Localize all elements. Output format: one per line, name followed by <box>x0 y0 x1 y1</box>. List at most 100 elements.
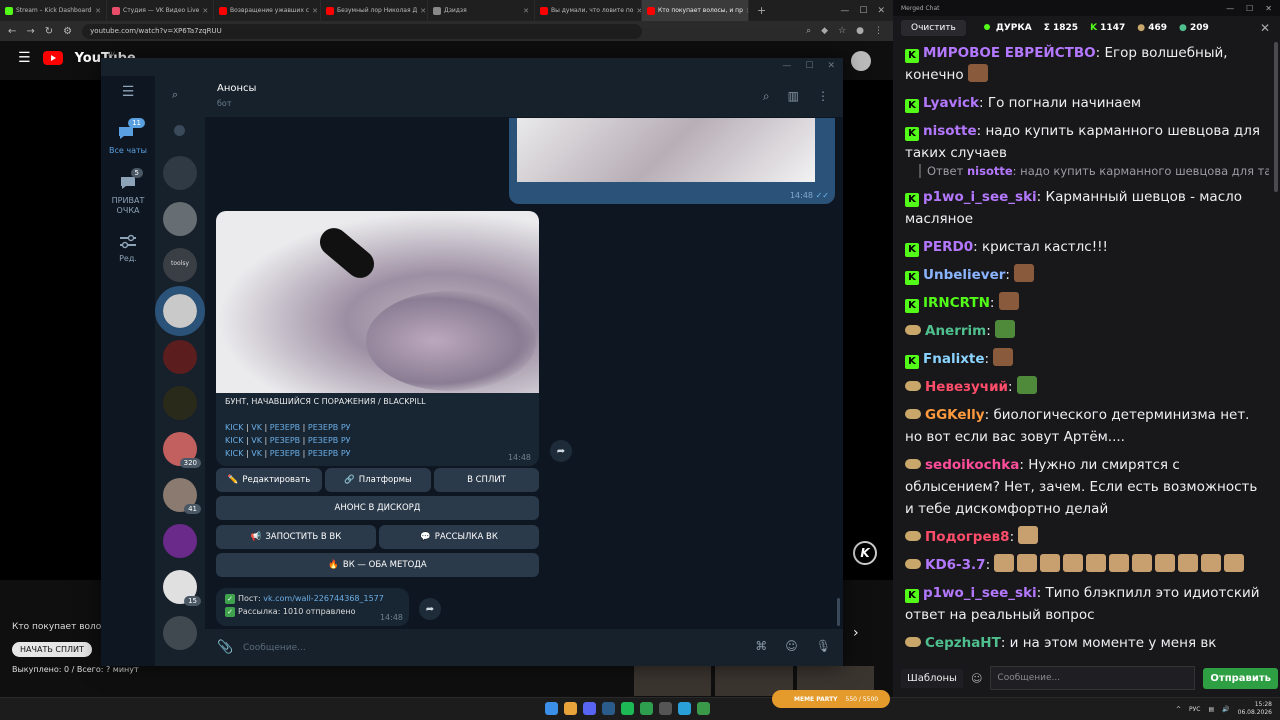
edit-button[interactable]: ✏️ Редактировать <box>216 468 322 492</box>
chat-message[interactable]: sedoikochka: Нужно ли смирятся с облысен… <box>905 454 1267 520</box>
scrollbar[interactable] <box>837 598 840 626</box>
browser-icon[interactable] <box>564 702 577 715</box>
chat-input[interactable] <box>990 666 1196 690</box>
chat-avatar[interactable]: 15 <box>163 570 201 606</box>
app-icon[interactable] <box>697 702 710 715</box>
vk-mailing-button[interactable]: 💬 РАССЫЛКА ВК <box>379 525 539 549</box>
chat-avatar[interactable]: 320 <box>163 432 201 468</box>
clock[interactable]: 15:28 06.08.2026 <box>1238 701 1272 717</box>
minimize-icon[interactable]: — <box>1226 4 1234 13</box>
search-icon[interactable]: ⌕ <box>172 88 178 102</box>
platforms-button[interactable]: 🔗 Платформы <box>325 468 431 492</box>
language-indicator[interactable]: РУС <box>1189 706 1200 713</box>
chat-message[interactable]: K МИРОВОЕ ЕВРЕЙСТВО: Егор волшебный, коне… <box>905 42 1267 86</box>
start-icon[interactable] <box>545 702 558 715</box>
more-icon[interactable]: ⋮ <box>817 89 829 104</box>
close-tab-icon[interactable]: ✕ <box>523 7 529 15</box>
close-icon[interactable]: ✕ <box>1260 21 1280 35</box>
close-tab-icon[interactable]: ✕ <box>420 7 426 15</box>
close-tab-icon[interactable]: ✕ <box>312 7 318 15</box>
chat-username[interactable]: PERD0 <box>923 239 973 255</box>
chat-username[interactable]: GGKelly <box>925 407 985 423</box>
announcement-message[interactable]: БУНТ, НАЧАВШИЙСЯ С ПОРАЖЕНИЯ / BLACKPILL… <box>216 211 539 466</box>
chat-username[interactable]: МИРОВОЕ ЕВРЕЙСТВО <box>923 45 1096 61</box>
browser-tab[interactable]: Безумный лор Николая Д ✕ <box>321 0 428 21</box>
sidebar-toggle-icon[interactable]: ▥ <box>788 89 799 104</box>
chat-message[interactable]: K Fnalixte: <box>905 348 1267 370</box>
platform-link[interactable]: KICK <box>225 449 243 458</box>
reply-preview[interactable]: Ответ nisotte: надо купить карманного ше… <box>919 164 1269 178</box>
search-icon[interactable]: ⌕ <box>763 89 770 104</box>
chat-avatar[interactable] <box>163 386 197 420</box>
chat-username[interactable]: CepzhaHT <box>925 635 1001 651</box>
chat-title[interactable]: Анонсы <box>217 83 256 94</box>
emoji-icon[interactable]: ☺ <box>785 639 798 653</box>
attach-icon[interactable]: 📎 <box>217 640 233 655</box>
clear-button[interactable]: Очистить <box>901 20 966 36</box>
network-icon[interactable]: ▤ <box>1208 706 1214 713</box>
send-button[interactable]: Отправить <box>1203 667 1278 689</box>
folder-edit[interactable]: Ред. <box>101 232 155 263</box>
chat-message[interactable]: K PERD0: кристал кастлс!!! <box>905 236 1267 258</box>
discord-announce-button[interactable]: АНОНС В ДИСКОРД <box>216 496 539 520</box>
chat-message[interactable]: K Lyavick: Го погнали начинаем <box>905 92 1267 114</box>
sent-message[interactable]: 14:48 ✓✓ <box>509 118 835 204</box>
chat-message[interactable]: Anerrim: <box>905 320 1267 342</box>
folder-private[interactable]: 5 ПРИВАТ ОЧКА <box>101 168 155 216</box>
platform-link[interactable]: VK <box>251 423 262 432</box>
forward-icon[interactable]: → <box>26 26 34 37</box>
chat-avatar[interactable]: toolsy <box>163 248 197 282</box>
tray-chevron-icon[interactable]: ^ <box>1176 706 1181 713</box>
chat-username[interactable]: sedoikochka <box>925 457 1019 473</box>
chat-avatar[interactable] <box>163 340 197 374</box>
chat-username[interactable]: nisotte <box>923 123 977 139</box>
platform-link[interactable]: РЕЗЕРВ РУ <box>308 436 351 445</box>
platform-link[interactable]: РЕЗЕРВ РУ <box>308 449 351 458</box>
platform-link[interactable]: РЕЗЕРВ <box>270 423 300 432</box>
close-icon[interactable]: ✕ <box>1265 4 1272 13</box>
vk-post-link[interactable]: vk.com/wall-226744368_1577 <box>263 594 384 603</box>
platform-link[interactable]: KICK <box>225 436 243 445</box>
chat-message[interactable]: K IRNCRTN: <box>905 292 1267 314</box>
avatar[interactable] <box>851 51 871 71</box>
maximize-icon[interactable]: ☐ <box>859 6 867 16</box>
platform-link[interactable]: РЕЗЕРВ РУ <box>308 423 351 432</box>
chat-username[interactable]: Lyavick <box>923 95 979 111</box>
browser-tab[interactable]: Возвращение ужавших с ✕ <box>214 0 321 21</box>
platform-link[interactable]: VK <box>251 449 262 458</box>
spotify-icon[interactable] <box>621 702 634 715</box>
chat-message[interactable]: Подогрев8: <box>905 526 1267 548</box>
scrollbar[interactable] <box>1274 42 1278 192</box>
zoom-icon[interactable]: ⌕ <box>806 26 811 36</box>
archive-icon[interactable] <box>174 125 185 136</box>
chat-username[interactable]: p1wo_i_see_ski <box>923 585 1037 601</box>
discord-icon[interactable] <box>583 702 596 715</box>
close-tab-icon[interactable]: ✕ <box>95 7 101 15</box>
browser-tab[interactable]: Дзидзя ✕ <box>428 0 535 21</box>
chat-avatar[interactable] <box>163 202 197 236</box>
hamburger-icon[interactable]: ☰ <box>101 84 155 100</box>
chat-username[interactable]: IRNCRTN <box>923 295 990 311</box>
chat-message[interactable]: Kp1wo_i_see_ski: Типо блэкпилл это идиот… <box>905 582 1267 626</box>
new-tab-button[interactable]: + <box>749 4 766 17</box>
maximize-icon[interactable]: ☐ <box>805 61 813 71</box>
chat-message[interactable]: K Unbeliever: <box>905 264 1267 286</box>
bookmark-icon[interactable]: ☆ <box>838 26 846 36</box>
platform-link[interactable]: РЕЗЕРВ <box>270 449 300 458</box>
chat-username[interactable]: Fnalixte <box>923 351 985 367</box>
platform-link[interactable]: KICK <box>225 423 243 432</box>
close-icon[interactable]: ✕ <box>877 6 885 16</box>
platform-link[interactable]: VK <box>251 436 262 445</box>
profile-icon[interactable]: ● <box>856 26 864 36</box>
browser-tab[interactable]: Вы думали, что ловите по ✕ <box>535 0 642 21</box>
chat-username[interactable]: Подогрев8 <box>925 529 1010 545</box>
message-image[interactable] <box>216 211 539 393</box>
chat-username[interactable]: KD6-3.7 <box>925 557 986 573</box>
chat-message[interactable]: GGKelly: биологического детерминизма нет… <box>905 404 1267 448</box>
app-icon[interactable] <box>640 702 653 715</box>
emoji-icon[interactable]: ☺ <box>971 672 982 685</box>
chat-message[interactable]: Kp1wo_i_see_ski: Карманный шевцов - масл… <box>905 186 1267 230</box>
chat-username[interactable]: Невезучий <box>925 379 1008 395</box>
url-field[interactable]: youtube.com/watch?v=XP6Ta7zqRUU <box>82 23 643 39</box>
chat-avatar[interactable] <box>163 156 197 190</box>
